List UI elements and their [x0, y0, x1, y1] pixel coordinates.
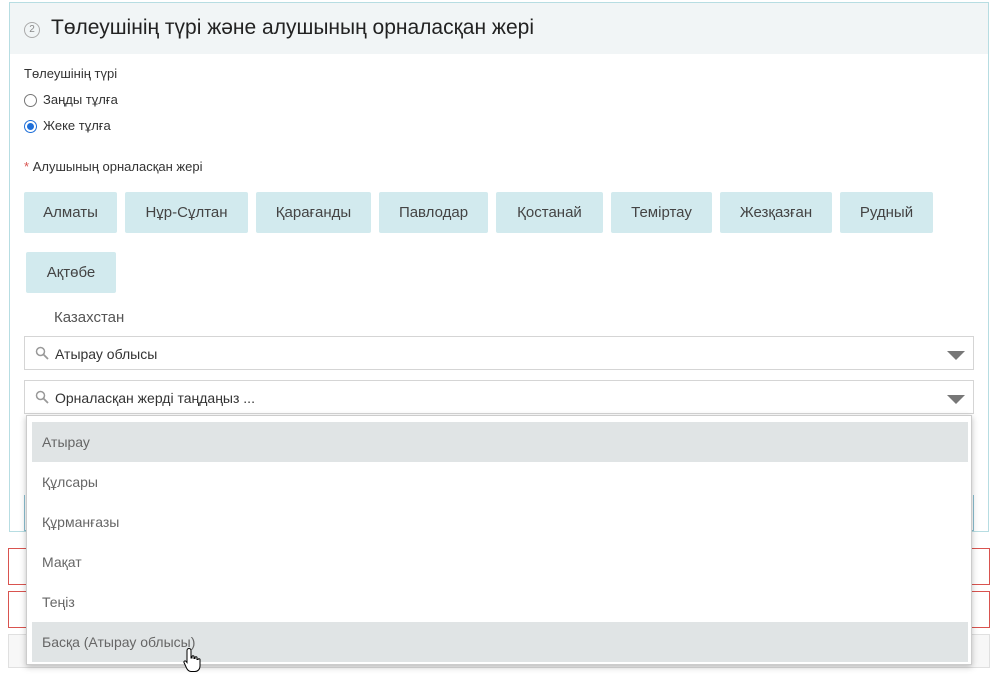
dropdown-option-other[interactable]: Басқа (Атырау облысы) [32, 622, 968, 662]
caret-down-icon[interactable] [947, 351, 965, 360]
radio-legal-entity[interactable] [24, 94, 37, 107]
city-button-rudny[interactable]: Рудный [840, 192, 933, 233]
recipient-location-text: Алушының орналасқан жері [32, 159, 203, 174]
country-label: Казахстан [54, 309, 125, 326]
city-button-zhezkazgan[interactable]: Жезқазған [720, 192, 832, 233]
caret-down-icon[interactable] [947, 395, 965, 404]
region-select[interactable]: Атырау облысы [24, 336, 974, 370]
required-mark: * [24, 159, 30, 174]
place-dropdown-list: Атырау Құлсары Құрманғазы Мақат Теңіз Ба… [26, 415, 972, 665]
dropdown-option-tengiz[interactable]: Теңіз [32, 582, 968, 622]
dropdown-option-kurmangazy[interactable]: Құрманғазы [32, 502, 968, 542]
section-title: Төлеушінің түрі және алушының орналасқан… [51, 16, 534, 39]
hand-pointer-icon [183, 647, 201, 672]
magnifier-icon [35, 390, 49, 404]
radio-individual[interactable] [24, 120, 37, 133]
payer-type-label: Төлеушінің түрі [24, 66, 118, 81]
city-button-karaganda[interactable]: Қарағанды [256, 192, 371, 233]
city-button-kostanay[interactable]: Қостанай [496, 192, 603, 233]
step-number-badge: 2 [24, 22, 40, 38]
city-button-almaty[interactable]: Алматы [24, 192, 117, 233]
region-select-value: Атырау облысы [55, 346, 158, 362]
radio-legal-entity-label[interactable]: Заңды тұлға [43, 92, 118, 107]
dropdown-option-atyrau[interactable]: Атырау [32, 422, 968, 462]
place-select[interactable]: Орналасқан жерді таңдаңыз ... [24, 380, 974, 414]
city-button-aktobe[interactable]: Ақтөбе [26, 252, 116, 293]
city-button-temirtau[interactable]: Теміртау [611, 192, 712, 233]
dropdown-option-kulsary[interactable]: Құлсары [32, 462, 968, 502]
magnifier-icon [35, 346, 49, 360]
radio-individual-label[interactable]: Жеке тұлға [43, 118, 111, 133]
place-select-placeholder[interactable]: Орналасқан жерді таңдаңыз ... [55, 390, 255, 406]
city-button-nur-sultan[interactable]: Нұр-Сұлтан [125, 192, 248, 233]
recipient-location-label: * Алушының орналасқан жері [24, 159, 202, 174]
city-button-pavlodar[interactable]: Павлодар [379, 192, 488, 233]
dropdown-option-makat[interactable]: Мақат [32, 542, 968, 582]
section-header: 2 Төлеушінің түрі және алушының орналасқ… [10, 3, 988, 54]
